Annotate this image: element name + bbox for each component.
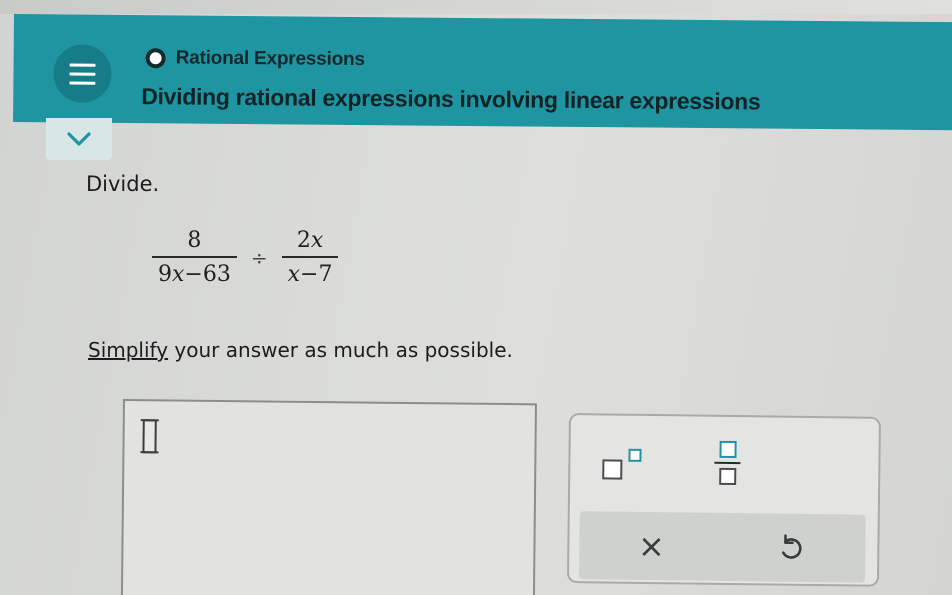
left-denominator: 9x−63 [158,262,231,287]
collapse-toggle[interactable] [46,118,112,160]
topic-row: Rational Expressions [145,47,365,71]
menu-bar-icon [69,80,96,85]
right-fraction: 2x x−7 [281,228,339,287]
menu-button[interactable] [53,44,112,103]
chevron-down-icon [67,132,91,146]
menu-bar-icon [69,62,96,67]
lesson-header: Rational Expressions Dividing rational e… [13,14,952,131]
input-cursor [142,419,157,454]
denominator-box-icon [718,467,736,486]
left-numerator: 8 [187,228,202,253]
problem-instruction: Simplify your answer as much as possible… [88,338,513,362]
problem-expression: 8 9x−63 ÷ 2x x−7 [152,228,339,287]
fraction-bar-icon [714,461,741,465]
undo-icon [782,534,802,559]
base-box-icon [602,459,623,480]
exponent-key[interactable] [602,445,652,484]
superscript-box-icon [628,448,642,462]
right-numerator: 2x [296,228,324,253]
menu-bar-icon [69,71,96,76]
clear-button[interactable]: × [629,524,674,569]
screen: Rational Expressions Dividing rational e… [0,0,952,595]
left-fraction: 8 9x−63 [152,228,237,287]
numerator-box-icon [718,440,737,459]
fraction-key[interactable] [714,440,741,486]
division-operator: ÷ [250,245,268,270]
math-keypad: × [566,413,881,587]
instruction-text: your answer as much as possible. [168,338,513,362]
problem-prompt: Divide. [86,172,160,196]
right-denominator: x−7 [287,262,333,287]
lesson-title: Dividing rational expressions involving … [141,83,761,115]
topic-label: Rational Expressions [175,47,365,71]
answer-input[interactable] [120,399,537,595]
top-strip [0,0,952,14]
keypad-action-bar: × [578,511,866,583]
simplify-link[interactable]: Simplify [88,338,168,362]
topic-status-icon [145,48,166,69]
undo-button[interactable] [769,525,814,570]
